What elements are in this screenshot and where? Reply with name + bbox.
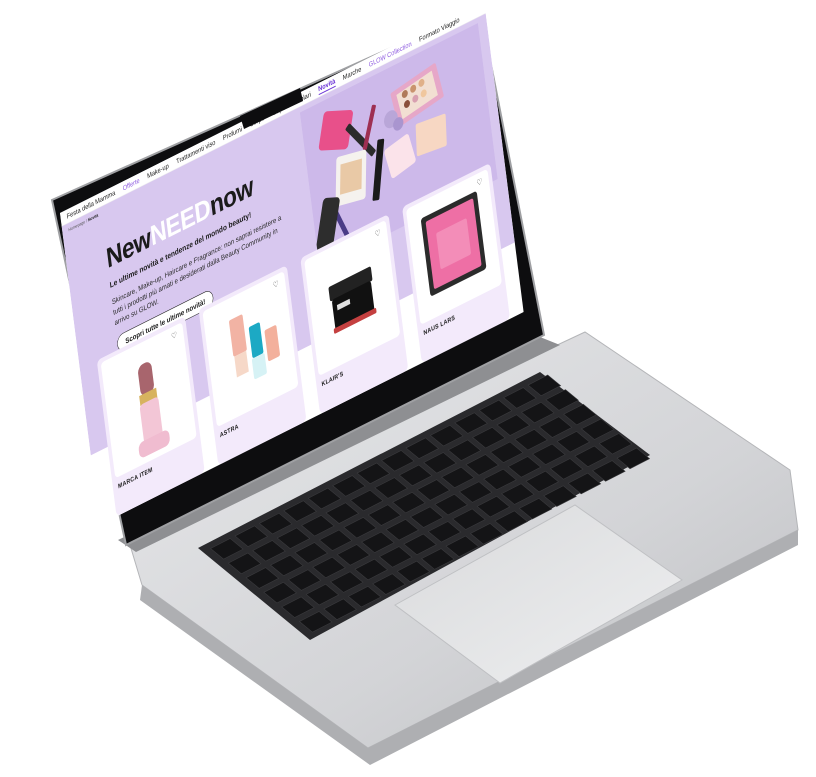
breadcrumb-home[interactable]: Homepage (68, 219, 85, 232)
breadcrumb-current: Novità (87, 212, 99, 223)
product-brand: ASTRA (219, 422, 239, 439)
